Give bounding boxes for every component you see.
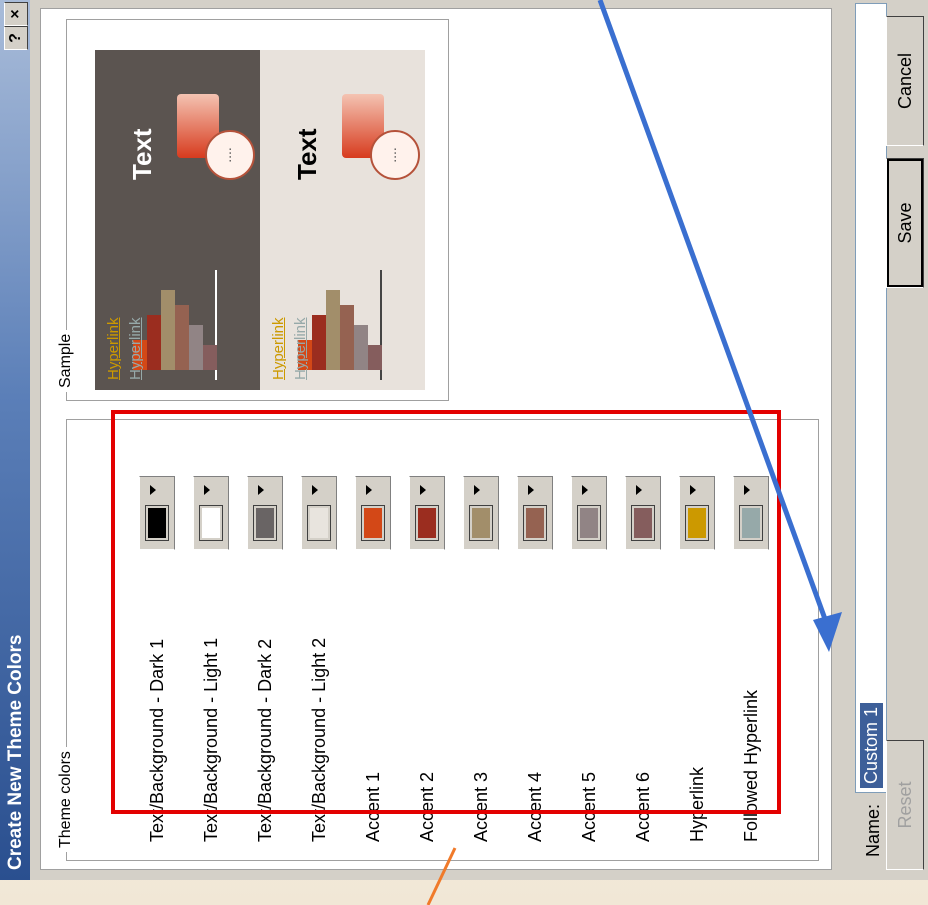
annotation-orange-line — [426, 847, 457, 905]
annotation-arrow-line — [597, 0, 832, 631]
annotation-layer — [426, 0, 842, 905]
annotation-arrowhead — [813, 612, 842, 652]
